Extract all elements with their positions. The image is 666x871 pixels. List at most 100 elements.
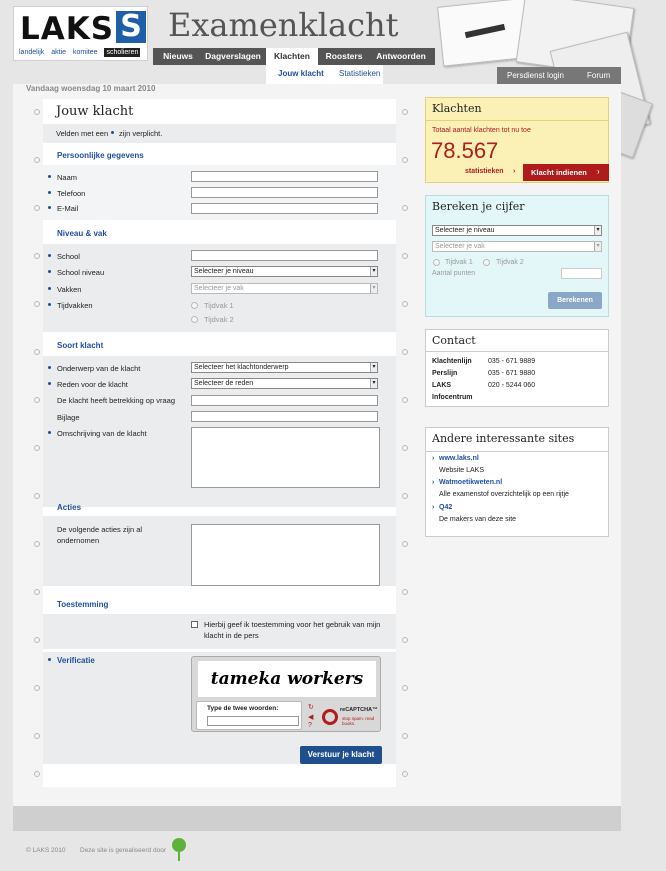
label-phone: Telefoon — [57, 189, 86, 198]
required-bullet-icon — [111, 131, 114, 134]
contact-label: LAKS — [432, 382, 452, 389]
chevron-right-icon: › — [432, 455, 435, 462]
points-input[interactable] — [561, 268, 602, 279]
nav-item-klachten[interactable]: Klachten — [266, 48, 318, 65]
grade-level-select[interactable]: Selecteer je niveau ▾ — [432, 225, 602, 236]
footer-bar — [13, 806, 621, 831]
subject-select[interactable]: Selecteer je vak ▾ — [191, 283, 378, 294]
nav-item-antwoorden[interactable]: Antwoorden — [371, 48, 431, 65]
klacht-indienen-button[interactable]: Klacht indienen › — [523, 164, 609, 181]
grade-subject-select[interactable]: Selecteer je vak ▾ — [432, 241, 602, 252]
grade-level-value: Selecteer je niveau — [435, 227, 495, 234]
contact-value: 035 - 671 9889 — [488, 358, 536, 365]
required-bullet-icon — [48, 270, 51, 273]
consent-checkbox[interactable] — [191, 621, 198, 628]
submit-complaint-button[interactable]: Verstuur je klacht — [300, 746, 382, 764]
period-1-radio[interactable] — [191, 302, 198, 309]
captcha-input[interactable] — [207, 716, 299, 726]
school-input[interactable] — [191, 250, 378, 261]
label-reason: Reden voor de klacht — [57, 380, 128, 389]
complaint-subject-value: Selecteer het klachtonderwerp — [194, 364, 289, 371]
chevron-down-icon: ▾ — [370, 363, 377, 372]
forum-link[interactable]: Forum — [587, 71, 610, 80]
logo-tagline: landelijk aktie komitee scholieren — [19, 48, 145, 57]
chevron-down-icon: ▾ — [370, 284, 377, 293]
description-textarea[interactable] — [191, 427, 380, 488]
klacht-indienen-label: Klacht indienen — [531, 168, 587, 177]
required-bullet-icon — [48, 254, 51, 257]
site-desc: Website LAKS — [439, 467, 485, 474]
site-title: Examenklacht — [168, 6, 399, 44]
required-note-pre: Velden met een — [56, 129, 109, 138]
contact-label: Klachtenlijn — [432, 358, 472, 365]
actions-textarea[interactable] — [191, 524, 380, 586]
footer-made-by: Deze site is gerealiseerd door — [80, 847, 166, 854]
site-link-laks[interactable]: www.laks.nl — [439, 455, 479, 462]
captcha-audio-icon[interactable]: ◀ — [308, 713, 313, 721]
grade-title: Bereken je cijfer — [432, 200, 525, 213]
logo[interactable]: LAKS S landelijk aktie komitee scholiere… — [13, 6, 148, 61]
label-complaint-subject: Onderwerp van de klacht — [57, 364, 141, 373]
logo-tag: komitee — [73, 49, 98, 56]
school-level-select[interactable]: Selecteer je niveau ▾ — [191, 266, 378, 277]
site-link-q42[interactable]: Q42 — [439, 504, 452, 511]
divider — [426, 120, 608, 121]
grade-period-1-radio[interactable] — [433, 259, 440, 266]
site-desc: De makers van deze site — [439, 516, 517, 523]
section-actions: Acties — [57, 503, 82, 512]
klachten-total-label: Totaal aantal klachten tot nu toe — [432, 127, 531, 134]
label-school-level: School niveau — [57, 268, 105, 277]
question-input[interactable] — [191, 395, 378, 406]
nav-item-nieuws[interactable]: Nieuws — [159, 48, 197, 65]
name-input[interactable] — [191, 171, 378, 182]
site-link-watmoetikweten[interactable]: Watmoetikweten.nl — [439, 479, 502, 486]
label-description: Omschrijving van de klacht — [57, 429, 147, 438]
label-periods: Tijdvakken — [57, 301, 93, 310]
recaptcha-tagline: stop spam. read books. — [342, 716, 375, 726]
nav-item-roosters[interactable]: Roosters — [321, 48, 367, 65]
required-bullet-icon — [48, 287, 51, 290]
sites-title: Andere interessante sites — [432, 432, 575, 445]
persdienst-login-link[interactable]: Persdienst login — [507, 71, 564, 80]
logo-tag-school: scholieren — [104, 48, 141, 57]
right-nav: Persdienst login Forum — [497, 67, 621, 84]
label-attachment: Bijlage — [57, 413, 80, 422]
required-bullet-icon — [48, 431, 51, 434]
attachment-input[interactable] — [191, 411, 378, 422]
period-1-label: Tijdvak 1 — [204, 301, 234, 310]
logo-letters: LAKS — [20, 11, 115, 47]
main-nav: Nieuws Dagverslagen Klachten Roosters An… — [153, 48, 435, 65]
complaint-subject-select[interactable]: Selecteer het klachtonderwerp ▾ — [191, 362, 378, 373]
nav-item-dagverslagen[interactable]: Dagverslagen — [203, 48, 263, 65]
site-desc: Alle examenstof overzichtelijk op een ri… — [439, 491, 569, 498]
chevron-right-icon: › — [513, 168, 516, 175]
q42-logo-icon[interactable] — [172, 838, 186, 852]
phone-input[interactable] — [191, 187, 378, 198]
section-personal: Persoonlijke gegevens — [57, 151, 144, 160]
grade-period-2-radio[interactable] — [483, 259, 490, 266]
grade-subject-value: Selecteer je vak — [435, 243, 485, 250]
logo-tag: landelijk — [19, 49, 45, 56]
recaptcha-brand: reCAPTCHA™ — [340, 707, 378, 713]
statistieken-link[interactable]: statistieken — [465, 168, 504, 175]
points-label: Aantal punten — [432, 270, 476, 277]
required-note-post: zijn verplicht. — [119, 129, 163, 138]
captcha-image: tameka workers — [198, 661, 376, 697]
divider — [426, 451, 608, 452]
grade-period-2-label: Tijdvak 2 — [496, 259, 524, 266]
captcha-input-box: Type de twee woorden: — [196, 701, 302, 730]
captcha-refresh-icon[interactable]: ↻ — [308, 703, 314, 711]
email-input[interactable] — [191, 203, 378, 214]
period-2-radio[interactable] — [191, 316, 198, 323]
contact-label: Perslijn — [432, 370, 458, 377]
section-consent: Toestemming — [57, 600, 109, 609]
label-actions-2: ondernomen — [57, 536, 100, 545]
subnav-statistieken[interactable]: Statistieken — [339, 69, 380, 78]
captcha-help-icon[interactable]: ? — [308, 722, 312, 729]
q42-logo-stem — [178, 851, 180, 861]
subnav-jouw-klacht[interactable]: Jouw klacht — [278, 69, 324, 78]
reason-select[interactable]: Selecteer de reden ▾ — [191, 378, 378, 389]
label-subjects: Vakken — [57, 285, 82, 294]
required-bullet-icon — [48, 382, 51, 385]
berekenen-button[interactable]: Berekenen — [548, 292, 602, 309]
